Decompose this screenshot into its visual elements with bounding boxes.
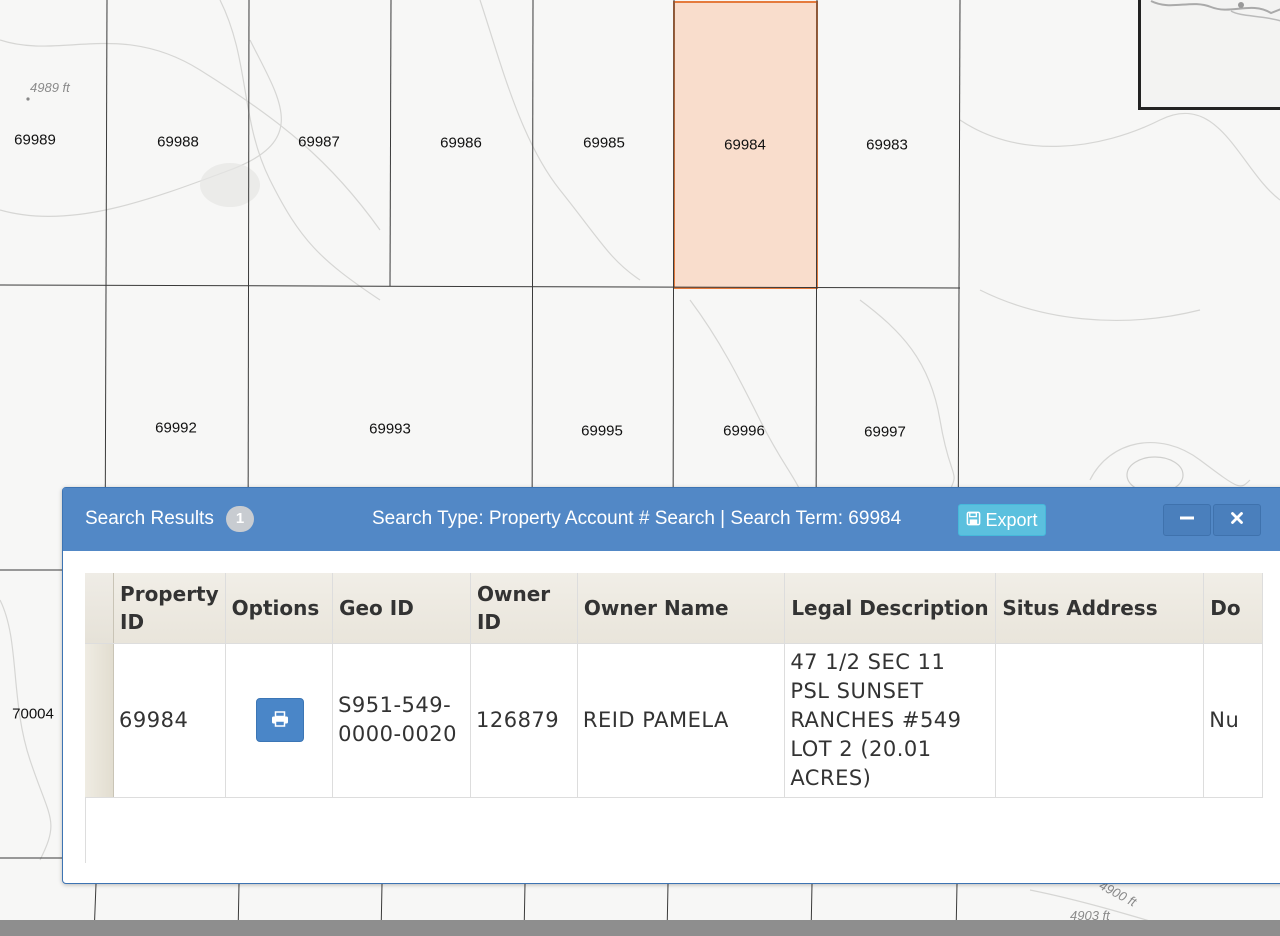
parcel-label[interactable]: 69996 xyxy=(723,423,765,440)
overview-inset-map[interactable] xyxy=(1138,0,1280,110)
cell-legal-description: 47 1/2 SEC 11 PSL SUNSET RANCHES #549 LO… xyxy=(784,643,997,798)
close-button[interactable] xyxy=(1213,504,1261,536)
panel-header: Search Results 1 Search Type: Property A… xyxy=(63,488,1280,551)
column-header-options[interactable]: Options xyxy=(225,573,334,644)
parcel-label[interactable]: 69986 xyxy=(440,135,482,152)
search-results-panel: Search Results 1 Search Type: Property A… xyxy=(62,487,1280,884)
export-label: Export xyxy=(985,509,1038,530)
parcel-label[interactable]: 69983 xyxy=(866,137,908,154)
cell-options xyxy=(225,643,334,798)
minus-icon xyxy=(1180,511,1194,530)
elevation-label: 4989 ft xyxy=(30,80,70,95)
close-icon xyxy=(1231,511,1243,529)
column-header-situs-address[interactable]: Situs Address xyxy=(995,573,1205,644)
search-info: Search Type: Property Account # Search |… xyxy=(372,508,902,529)
parcel-label[interactable]: 69992 xyxy=(155,420,197,437)
cell-do: Nu xyxy=(1203,643,1263,798)
minimize-button[interactable] xyxy=(1163,504,1211,536)
parcel-label[interactable]: 69985 xyxy=(583,135,625,152)
cell-situs-address xyxy=(995,643,1205,798)
export-button[interactable]: Export xyxy=(958,504,1046,536)
column-header-owner-name[interactable]: Owner Name xyxy=(577,573,786,644)
floppy-disk-icon xyxy=(966,510,981,531)
results-count-badge: 1 xyxy=(226,506,254,532)
panel-title: Search Results xyxy=(85,508,214,529)
column-header-legal-description[interactable]: Legal Description xyxy=(784,573,997,644)
cell-owner-name: REID PAMELA xyxy=(577,643,786,798)
print-icon xyxy=(271,706,289,735)
parcel-label[interactable]: 69993 xyxy=(369,421,411,438)
selected-parcel-label[interactable]: 69984 xyxy=(724,137,766,154)
cell-owner-id: 126879 xyxy=(470,643,578,798)
column-header-property-id[interactable]: Property ID xyxy=(113,573,226,644)
results-table: Property ID Options Geo ID Owner ID Owne… xyxy=(85,573,1263,798)
parcel-label[interactable]: 69988 xyxy=(157,134,199,151)
parcel-label[interactable]: 69997 xyxy=(864,424,906,441)
results-table-container[interactable]: Property ID Options Geo ID Owner ID Owne… xyxy=(85,573,1263,863)
cell-geo-id: S951-549-0000-0020 xyxy=(332,643,471,798)
table-header-row: Property ID Options Geo ID Owner ID Owne… xyxy=(85,573,1263,644)
column-header-do[interactable]: Do xyxy=(1203,573,1263,644)
table-row[interactable]: 69984 S951-549-0000-0020 126879 REID PAM… xyxy=(85,643,1263,798)
header-row-handle xyxy=(85,573,115,644)
parcel-label[interactable]: 70004 xyxy=(12,706,54,723)
parcel-label[interactable]: 69989 xyxy=(14,132,56,149)
column-header-owner-id[interactable]: Owner ID xyxy=(470,573,578,644)
print-button[interactable] xyxy=(255,698,304,742)
parcel-label[interactable]: 69987 xyxy=(298,134,340,151)
overview-terrain xyxy=(1150,0,1280,22)
column-header-geo-id[interactable]: Geo ID xyxy=(332,573,471,644)
row-handle[interactable] xyxy=(85,643,115,798)
parcel-label[interactable]: 69995 xyxy=(581,423,623,440)
cell-property-id: 69984 xyxy=(113,643,226,798)
map-bottom-bar xyxy=(0,920,1280,936)
